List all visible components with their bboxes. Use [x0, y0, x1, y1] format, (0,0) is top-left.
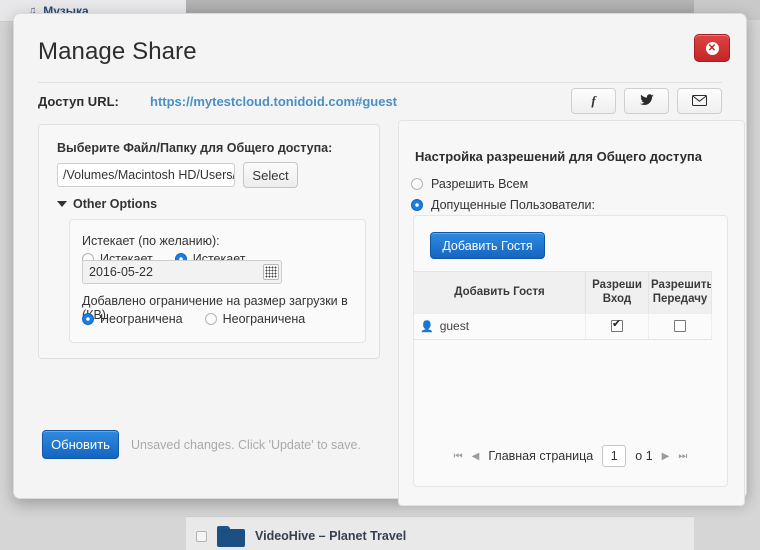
allow-login-checkbox[interactable] [611, 318, 623, 333]
guest-transfer-cell [649, 313, 712, 339]
folder-icon [217, 525, 245, 547]
guest-list-box: Добавить Гостя Добавить Гостя Разреши Вх… [413, 215, 728, 487]
screen: ♫ Музыка VideoHive – Planet Travel Manag… [0, 0, 760, 550]
other-options-label: Other Options [73, 197, 158, 211]
select-path-label: Выберите Файл/Папку для Общего доступа: [57, 141, 333, 155]
other-options-toggle[interactable]: Other Options [57, 197, 157, 211]
permission-everyone-radio[interactable]: Разрешить Всем [411, 177, 528, 191]
guest-name-label: guest [439, 319, 470, 334]
update-button[interactable]: Обновить [42, 430, 119, 459]
social-share-buttons: f [571, 88, 722, 114]
upload-limited-label: Неограничена [222, 312, 306, 326]
caret-down-icon [57, 201, 67, 207]
page-total-label: о 1 [635, 449, 653, 463]
prev-page-icon[interactable]: ◀ [472, 451, 480, 462]
radio-icon [411, 178, 423, 190]
expiry-date-input[interactable]: 2016-05-22 [82, 260, 282, 284]
facebook-share-button[interactable]: f [571, 88, 616, 114]
guest-login-cell [586, 313, 649, 339]
next-page-icon[interactable]: ▶ [662, 451, 670, 462]
permissions-panel: Настройка разрешений для Общего доступа … [398, 120, 745, 506]
twitter-share-button[interactable] [624, 88, 669, 114]
column-header-login[interactable]: Разреши Вход [586, 272, 649, 313]
path-input[interactable]: /Volumes/Macintosh HD/Users/M [57, 163, 235, 187]
radio-icon [204, 313, 217, 325]
column-header-login-line2: Вход [602, 293, 632, 306]
table-row[interactable]: 👤 guest [414, 312, 712, 339]
twitter-icon [639, 93, 654, 109]
envelope-icon [692, 94, 707, 109]
allow-transfer-checkbox[interactable] [674, 320, 686, 333]
calendar-icon[interactable] [263, 264, 279, 280]
status-text: Unsaved changes. Click 'Update' to save. [131, 438, 361, 452]
close-button[interactable]: ✕ [694, 34, 730, 62]
pagination-label: Главная страница [488, 449, 594, 463]
guest-name-cell: 👤 guest [414, 313, 586, 339]
expires-label: Истекает (по желанию): [82, 234, 220, 248]
manage-share-dialog: Manage Share ✕ Доступ URL: https://mytes… [13, 13, 747, 506]
list-item[interactable]: VideoHive – Planet Travel [186, 521, 694, 550]
user-icon: 👤 [420, 320, 434, 333]
expiry-date-value: 2016-05-22 [89, 265, 153, 279]
file-name-label: VideoHive – Planet Travel [255, 529, 407, 543]
guest-table: Добавить Гостя Разреши Вход Разрешить Пе… [414, 271, 712, 340]
upload-limit-radio-group: Неограничена Неограничена [82, 312, 305, 326]
column-header-transfer-line2: Передачу [652, 293, 708, 306]
permissions-title: Настройка разрешений для Общего доступа [415, 149, 703, 164]
title-divider [38, 82, 722, 83]
facebook-icon: f [591, 93, 596, 108]
radio-icon-selected [411, 199, 423, 211]
email-share-button[interactable] [677, 88, 722, 114]
background-file-list: VideoHive – Planet Travel [186, 516, 694, 550]
page-number-input[interactable]: 1 [602, 445, 627, 467]
pagination: ⏮ ◀ Главная страница 1 о 1 ▶ ⏭ [414, 445, 727, 467]
permission-allowed-users-label: Допущенные Пользователи: [431, 198, 595, 212]
column-header-login-line1: Разреши [592, 279, 642, 291]
upload-limited-radio[interactable]: Неограничена [204, 312, 306, 326]
column-header-name[interactable]: Добавить Гостя [414, 272, 586, 313]
file-select-checkbox[interactable] [196, 530, 207, 542]
upload-unlimited-radio[interactable]: Неограничена [82, 312, 183, 326]
permission-allowed-users-radio[interactable]: Допущенные Пользователи: [411, 198, 595, 212]
column-header-transfer-line1: Разрешить [651, 279, 712, 291]
table-header-row: Добавить Гостя Разреши Вход Разрешить Пе… [414, 272, 712, 313]
share-url-link[interactable]: https://mytestcloud.tonidoid.com#guest [150, 94, 397, 109]
first-page-icon[interactable]: ⏮ [454, 451, 463, 462]
add-guest-button[interactable]: Добавить Гостя [430, 232, 545, 259]
page-title: Manage Share [38, 38, 197, 65]
select-button[interactable]: Select [243, 162, 298, 188]
close-icon: ✕ [705, 41, 719, 55]
last-page-icon[interactable]: ⏭ [678, 451, 687, 462]
share-source-panel: Выберите Файл/Папку для Общего доступа: … [38, 124, 380, 359]
radio-icon-selected [82, 313, 94, 325]
share-url-label: Доступ URL: [38, 94, 119, 109]
permission-everyone-label: Разрешить Всем [431, 177, 529, 191]
upload-unlimited-label: Неограничена [100, 312, 183, 326]
column-header-transfer[interactable]: Разрешить Передачу [649, 272, 712, 313]
other-options-box: Истекает (по желанию): Истекает Истекает… [69, 219, 366, 343]
